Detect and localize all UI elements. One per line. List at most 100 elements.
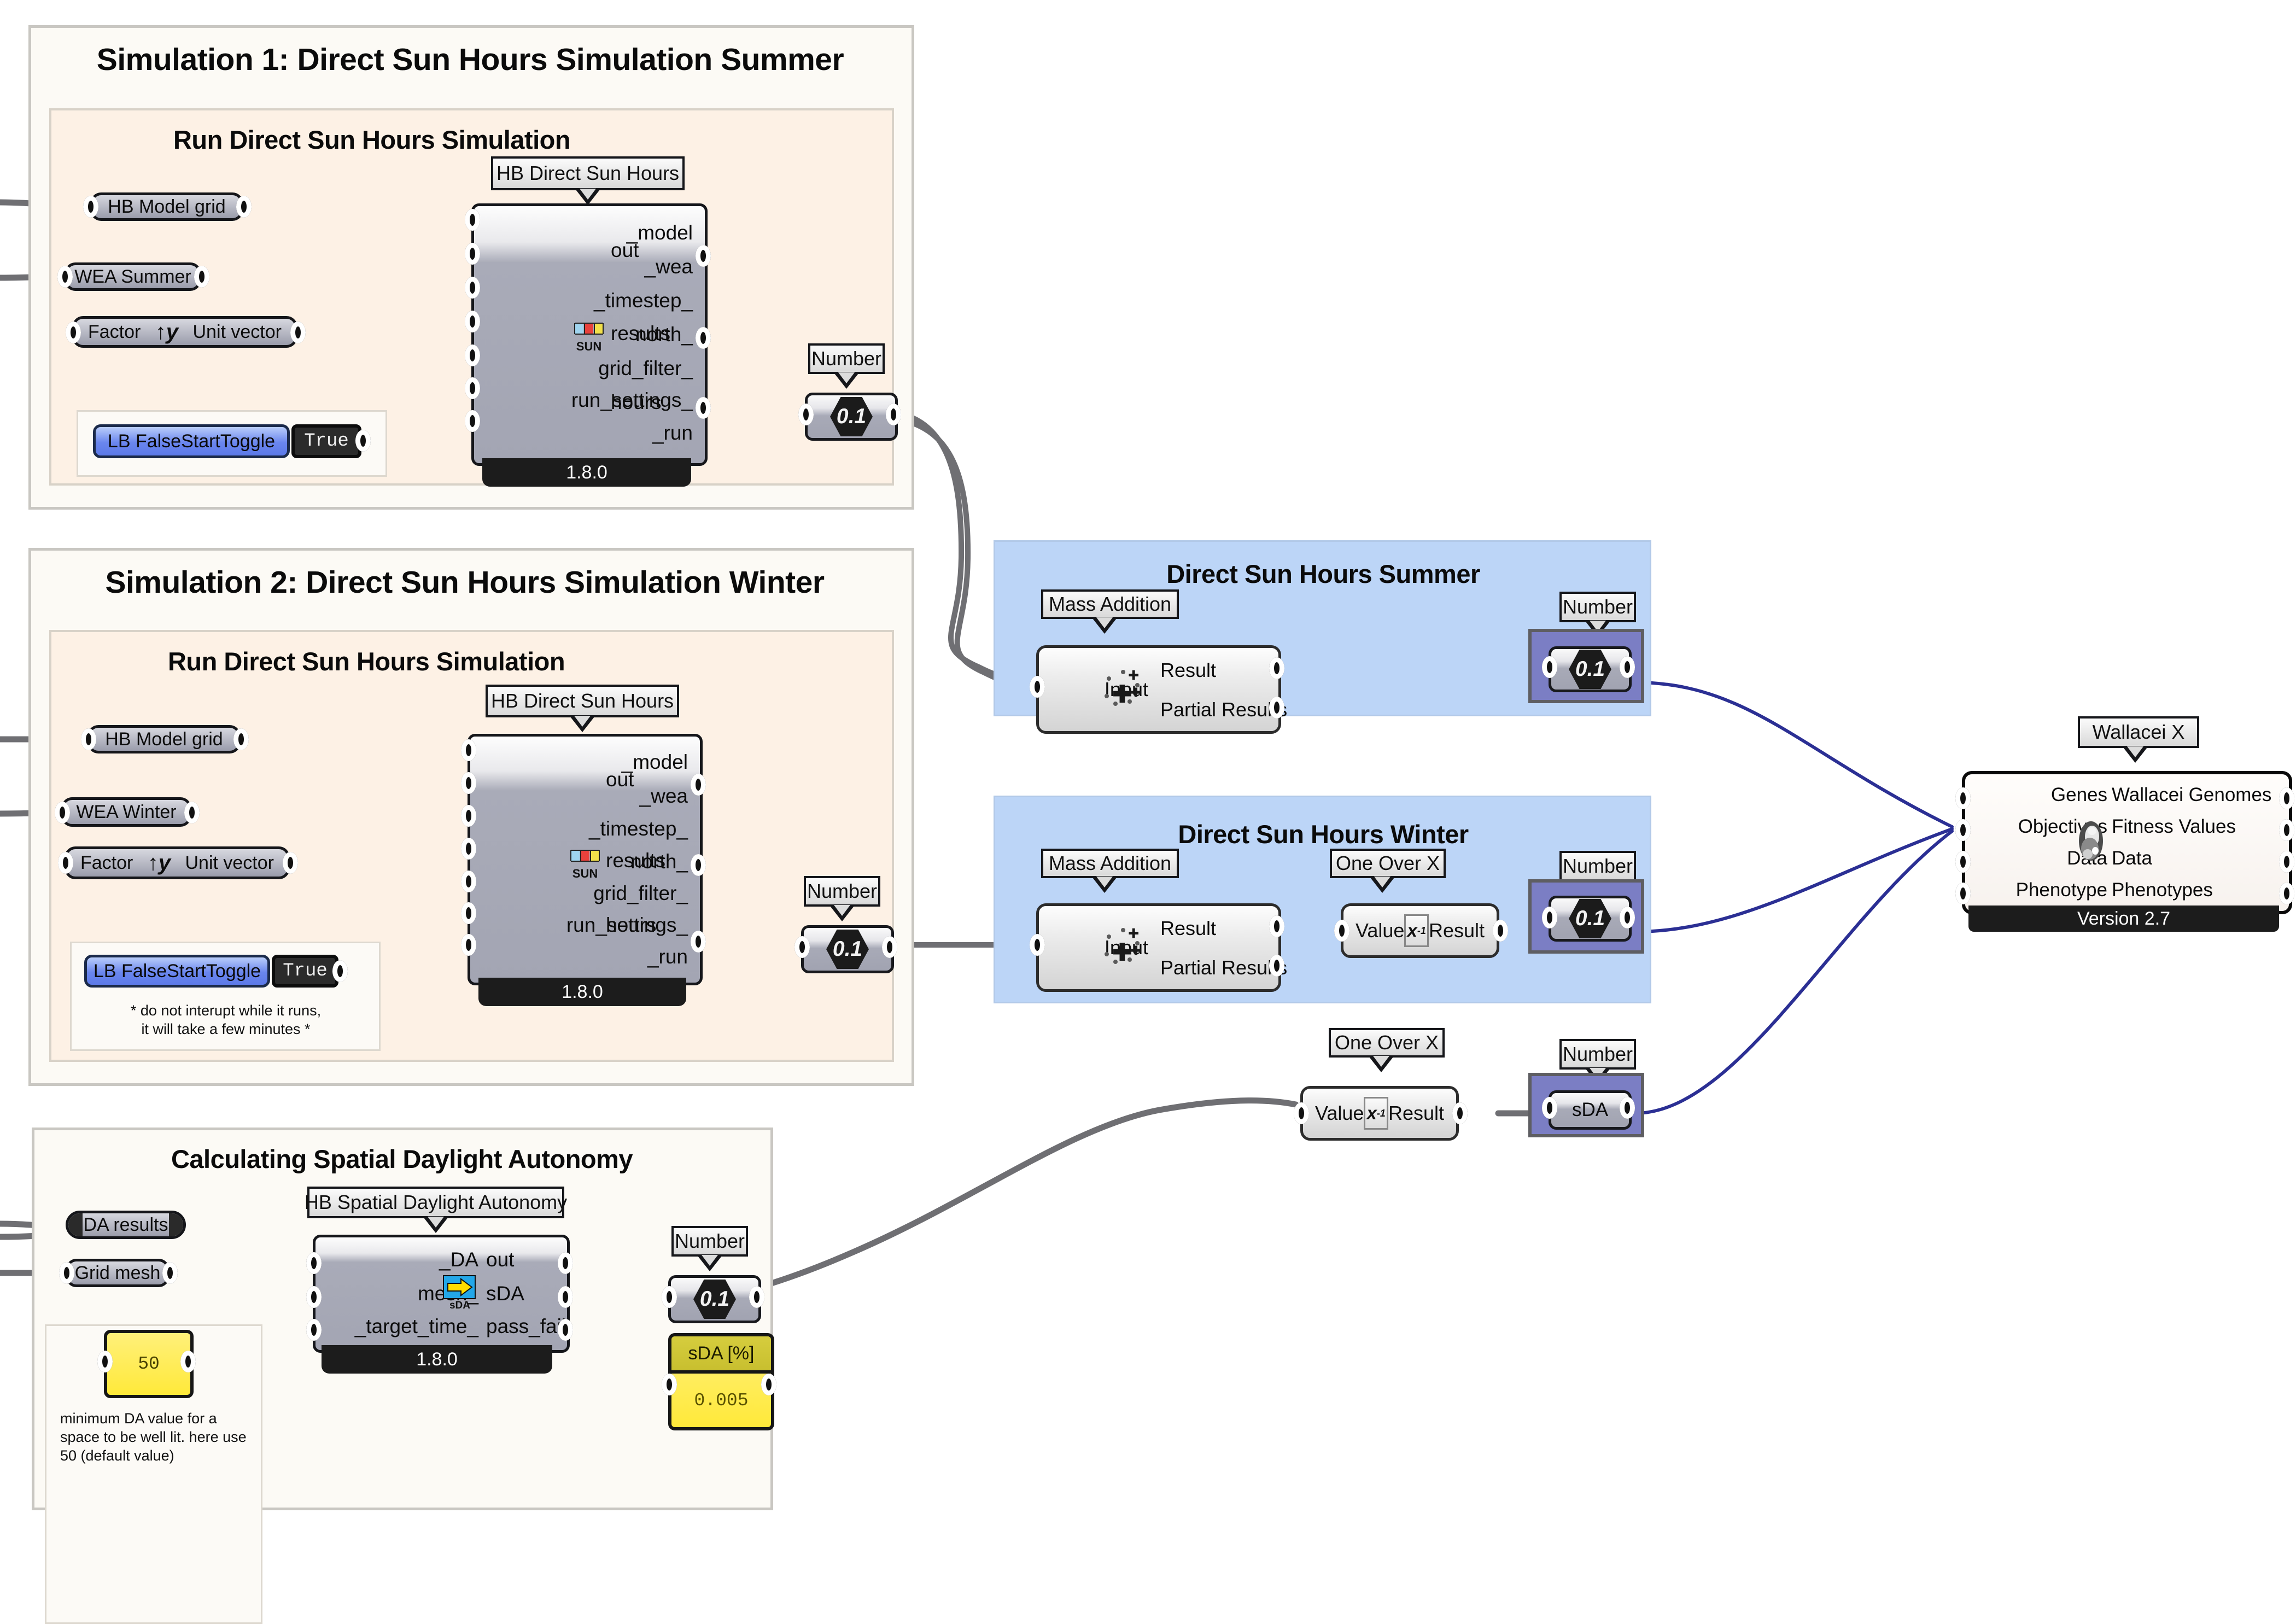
- port-in-grid-filter[interactable]: grid_filter_: [593, 882, 688, 905]
- port-out-pass-fail[interactable]: pass_fail: [486, 1315, 566, 1338]
- port-grip[interactable]: [465, 311, 480, 332]
- port-grip[interactable]: [1620, 907, 1635, 928]
- port-grip[interactable]: [236, 196, 252, 218]
- port-grip[interactable]: [97, 1351, 113, 1372]
- port-grip[interactable]: [1542, 907, 1557, 928]
- number-node-sda[interactable]: 0.1: [668, 1275, 761, 1323]
- port-grip[interactable]: [162, 1262, 178, 1284]
- port-grip[interactable]: [461, 772, 476, 794]
- port-in-timestep[interactable]: _timestep_: [594, 289, 693, 312]
- param-wea-winter[interactable]: WEA Winter: [61, 797, 191, 827]
- port-grip[interactable]: [233, 728, 249, 750]
- port-grip[interactable]: [465, 243, 480, 265]
- port-grip[interactable]: [1294, 1102, 1309, 1124]
- port-out-out[interactable]: out: [606, 768, 634, 791]
- port-in-run[interactable]: _run: [647, 945, 688, 968]
- port-grip[interactable]: [794, 936, 810, 958]
- port-out-phenotypes[interactable]: Phenotypes: [2112, 879, 2213, 901]
- port-grip[interactable]: [55, 802, 70, 823]
- port-grip[interactable]: [194, 266, 209, 288]
- port-grip[interactable]: [1030, 676, 1045, 698]
- port-grip[interactable]: [696, 327, 711, 349]
- port-in-wea[interactable]: _wea: [645, 255, 693, 278]
- port-grip[interactable]: [1955, 883, 1971, 904]
- port-out-wallacei-genomes[interactable]: Wallacei Genomes: [2112, 784, 2271, 806]
- port-out-result[interactable]: Result: [1160, 917, 1216, 940]
- one-over-x-component-sda[interactable]: Value x -1 Result: [1300, 1086, 1459, 1141]
- port-out-fitness-values[interactable]: Fitness Values: [2112, 816, 2236, 838]
- port-grip[interactable]: [461, 871, 476, 892]
- port-out-out[interactable]: out: [611, 239, 639, 262]
- port-out-partial-results[interactable]: Partial Results: [1160, 698, 1287, 721]
- param-da-results[interactable]: DA results: [66, 1211, 186, 1239]
- port-grip[interactable]: [696, 397, 711, 419]
- port-out-data[interactable]: Data: [2112, 848, 2152, 869]
- param-hb-model-grid-1[interactable]: HB Model grid: [90, 192, 243, 221]
- port-out-out[interactable]: out: [486, 1248, 514, 1271]
- port-grip[interactable]: [465, 344, 480, 366]
- number-node-sda-objective[interactable]: sDA: [1549, 1090, 1632, 1130]
- port-grip[interactable]: [332, 960, 348, 982]
- port-grip[interactable]: [1620, 1097, 1635, 1119]
- port-grip[interactable]: [761, 1374, 776, 1395]
- port-grip[interactable]: [886, 404, 901, 425]
- port-in-run[interactable]: _run: [652, 422, 693, 445]
- port-grip[interactable]: [558, 1286, 573, 1308]
- port-grip[interactable]: [696, 245, 711, 267]
- port-in-genes[interactable]: Genes: [2051, 784, 2107, 806]
- mass-addition-component-winter[interactable]: Input Result Partial Results: [1036, 903, 1287, 992]
- port-grip[interactable]: [749, 1286, 764, 1308]
- port-in-da[interactable]: _DA: [439, 1248, 478, 1271]
- false-start-toggle-1[interactable]: LB FalseStartToggle: [93, 424, 290, 458]
- port-grip[interactable]: [1030, 934, 1045, 956]
- hb-direct-sun-hours-component-1[interactable]: _model _wea _timestep_ north_ grid_filte…: [471, 203, 708, 466]
- port-grip[interactable]: [1452, 1102, 1468, 1124]
- port-grip[interactable]: [81, 728, 96, 750]
- port-out-results[interactable]: results: [606, 849, 665, 872]
- port-grip[interactable]: [1620, 656, 1635, 678]
- port-grip[interactable]: [283, 852, 298, 874]
- port-grip[interactable]: [798, 404, 814, 425]
- unit-vector-component-1[interactable]: Factor ↑y Unit vector: [72, 316, 297, 348]
- port-grip[interactable]: [355, 430, 371, 452]
- port-out-result[interactable]: Result: [1160, 659, 1216, 682]
- sda-result-panel[interactable]: sDA [%] 0.005: [668, 1333, 774, 1430]
- port-grip[interactable]: [180, 1351, 196, 1372]
- port-out-sda[interactable]: sDA: [486, 1282, 524, 1305]
- port-grip[interactable]: [83, 196, 98, 218]
- port-in-phenotype[interactable]: Phenotype: [2016, 879, 2107, 901]
- param-wea-summer[interactable]: WEA Summer: [65, 262, 201, 291]
- port-grip[interactable]: [465, 377, 480, 399]
- port-in-target-time[interactable]: _target_time_: [355, 1315, 478, 1338]
- port-grip[interactable]: [1542, 656, 1557, 678]
- one-over-x-component-winter[interactable]: Value x -1 Result: [1341, 903, 1499, 958]
- port-grip[interactable]: [2279, 851, 2294, 873]
- port-grip[interactable]: [306, 1286, 322, 1308]
- port-grip[interactable]: [2279, 819, 2294, 841]
- port-in-value[interactable]: Value: [1356, 919, 1404, 942]
- port-grip[interactable]: [1955, 819, 1971, 841]
- port-grip[interactable]: [1955, 787, 1971, 809]
- port-grip[interactable]: [290, 322, 306, 343]
- port-grip[interactable]: [306, 1252, 322, 1274]
- port-grip[interactable]: [59, 1262, 74, 1284]
- hb-spatial-daylight-autonomy-component[interactable]: _DA mesh_ _target_time_ out sDA pass_fai…: [313, 1235, 570, 1353]
- port-grip[interactable]: [2279, 787, 2294, 809]
- port-out-result[interactable]: Result: [1388, 1102, 1444, 1125]
- port-out-hours[interactable]: hours: [606, 914, 657, 937]
- port-grip[interactable]: [558, 1319, 573, 1341]
- port-grip[interactable]: [461, 838, 476, 860]
- number-node-1[interactable]: 0.1: [805, 393, 898, 441]
- wallacei-x-component[interactable]: Genes Objectives Data Phenotype Wallacei…: [1962, 771, 2292, 914]
- port-in-value[interactable]: Value: [1315, 1102, 1364, 1125]
- port-grip[interactable]: [662, 1374, 677, 1395]
- port-grip[interactable]: [66, 322, 81, 343]
- port-grip[interactable]: [58, 852, 73, 874]
- port-grip[interactable]: [57, 266, 73, 288]
- false-start-toggle-2[interactable]: LB FalseStartToggle: [84, 955, 270, 988]
- toggle-value-2[interactable]: True: [272, 955, 338, 988]
- hb-direct-sun-hours-component-2[interactable]: _model _wea _timestep_ north_ grid_filte…: [468, 734, 703, 985]
- port-grip[interactable]: [691, 854, 706, 876]
- unit-vector-component-2[interactable]: Factor ↑y Unit vector: [65, 846, 290, 879]
- port-grip[interactable]: [1493, 920, 1508, 942]
